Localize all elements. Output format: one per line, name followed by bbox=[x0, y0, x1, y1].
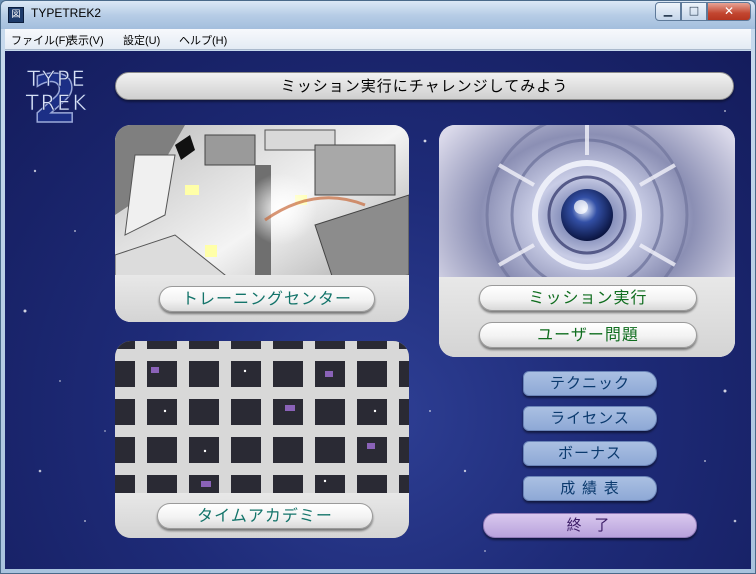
minimize-button[interactable]: ▁ bbox=[655, 2, 681, 21]
menu-file[interactable]: ファイル(F) bbox=[11, 32, 69, 48]
window-title: TYPETREK2 bbox=[31, 6, 102, 20]
app-window: 図 TYPETREK2 ▁ □ ✕ ファイル(F) 表示(V) 設定(U) ヘル… bbox=[0, 0, 756, 574]
user-problem-button[interactable]: ユーザー問題 bbox=[479, 322, 697, 348]
time-academy-panel[interactable]: タイムアカデミー bbox=[115, 341, 409, 538]
menu-help[interactable]: ヘルプ(H) bbox=[179, 32, 227, 48]
window-controls: ▁ □ ✕ bbox=[655, 2, 751, 21]
logo-line1: TYPE bbox=[26, 67, 87, 91]
mission-panel[interactable]: ミッション実行 ユーザー問題 bbox=[439, 125, 735, 357]
mission-banner: ミッション実行にチャレンジしてみよう bbox=[115, 72, 734, 100]
typetrek-logo: 2 TYPE TREK bbox=[24, 60, 88, 130]
menu-view[interactable]: 表示(V) bbox=[67, 32, 104, 48]
close-button[interactable]: ✕ bbox=[707, 2, 751, 21]
app-icon: 図 bbox=[8, 7, 24, 23]
license-button[interactable]: ライセンス bbox=[523, 406, 657, 431]
menu-settings[interactable]: 設定(U) bbox=[123, 32, 160, 48]
mission-execute-button[interactable]: ミッション実行 bbox=[479, 285, 697, 311]
maximize-button[interactable]: □ bbox=[681, 2, 707, 21]
time-academy-button[interactable]: タイムアカデミー bbox=[157, 503, 373, 529]
menu-bar: ファイル(F) 表示(V) 設定(U) ヘルプ(H) bbox=[5, 29, 751, 50]
exit-button[interactable]: 終 了 bbox=[483, 513, 697, 538]
title-bar[interactable]: 図 TYPETREK2 ▁ □ ✕ bbox=[1, 1, 755, 29]
logo-line2: TREK bbox=[25, 91, 88, 115]
bonus-button[interactable]: ボーナス bbox=[523, 441, 657, 466]
training-center-panel[interactable]: トレーニングセンター bbox=[115, 125, 409, 322]
technique-button[interactable]: テクニック bbox=[523, 371, 657, 396]
records-button[interactable]: 成 績 表 bbox=[523, 476, 657, 501]
training-center-button[interactable]: トレーニングセンター bbox=[159, 286, 375, 312]
main-area: 2 TYPE TREK ミッション実行にチャレンジしてみよう トレーニングセンタ… bbox=[5, 51, 751, 569]
